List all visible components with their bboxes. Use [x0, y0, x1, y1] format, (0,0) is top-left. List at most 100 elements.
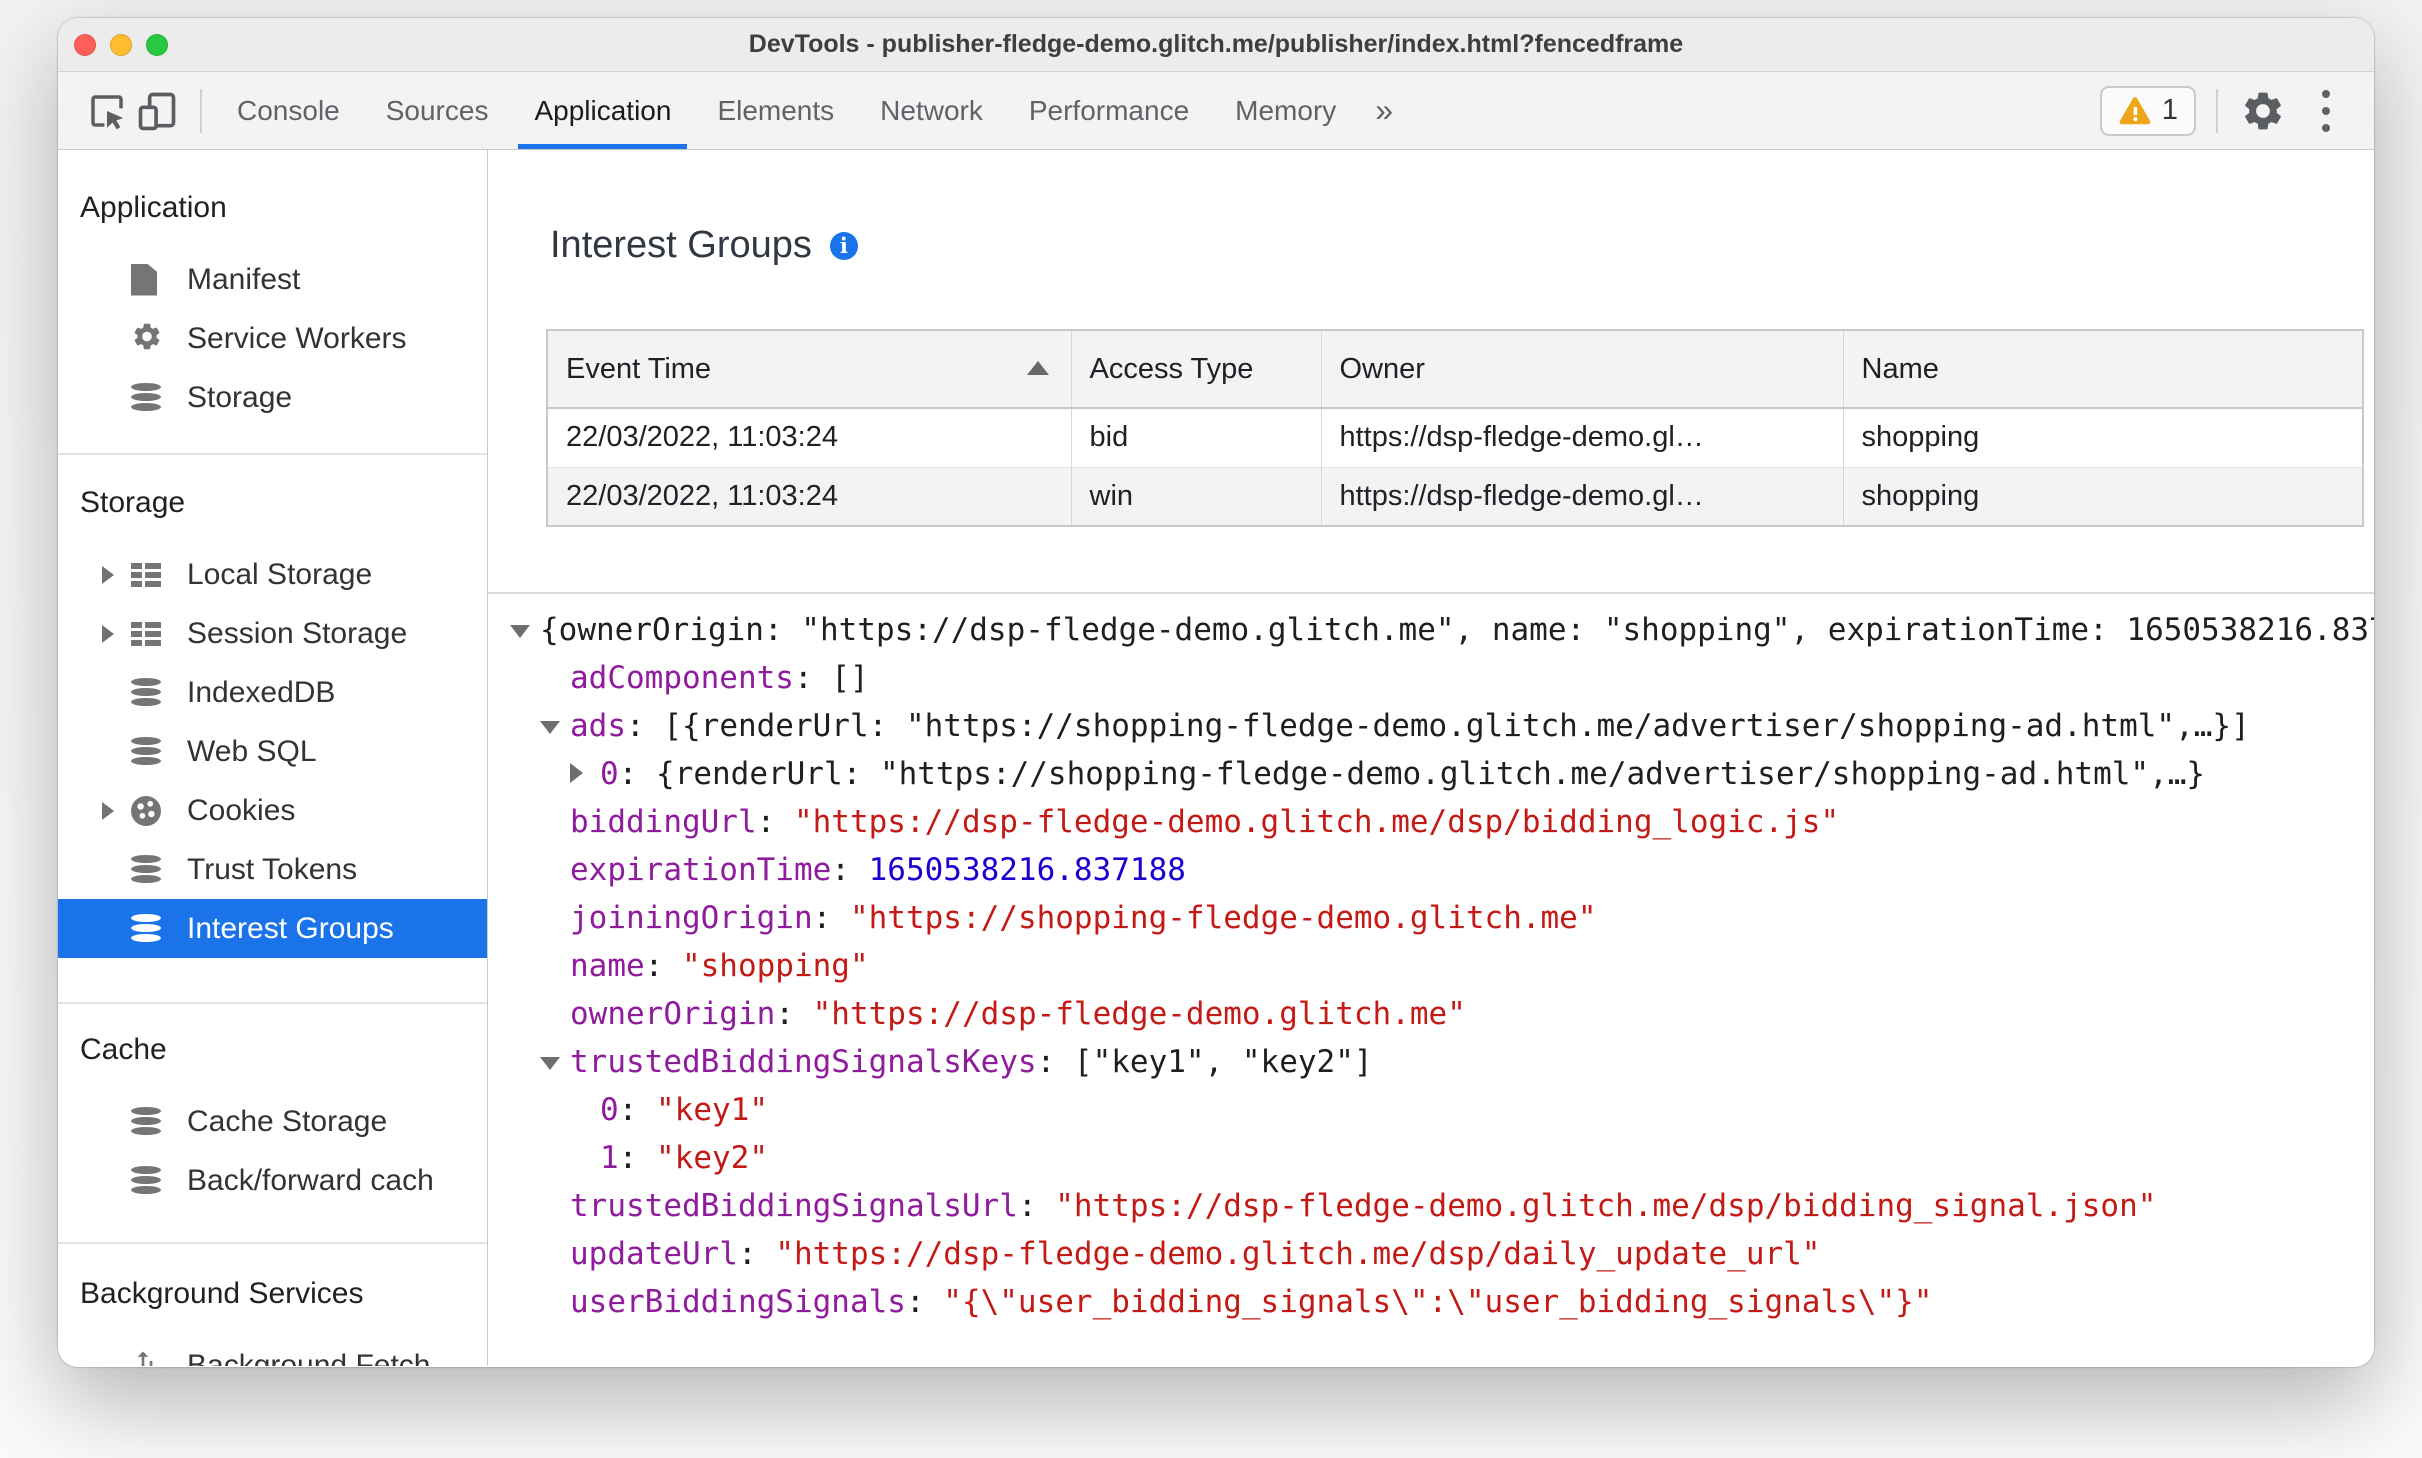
interest-groups-panel: Interest Groups i Event Time Access Type O…: [488, 150, 2374, 1366]
tree-segment-string: "{\"user_bidding_signals\":\"user_biddin…: [943, 1284, 1933, 1320]
sidebar-item-service-workers[interactable]: Service Workers: [58, 309, 487, 368]
column-header-label: Event Time: [566, 352, 712, 385]
sidebar-section-title: Background Services: [80, 1277, 364, 1310]
device-toolbar-button[interactable]: [132, 86, 182, 136]
sidebar-item-storage[interactable]: Storage: [58, 368, 487, 427]
column-header-name[interactable]: Name: [1842, 330, 2363, 409]
table-cell: https://dsp-fledge-demo.gl…: [1320, 466, 1843, 526]
tab-memory[interactable]: Memory: [1212, 72, 1359, 149]
sidebar-item-cookies[interactable]: Cookies: [58, 781, 487, 840]
tab-elements[interactable]: Elements: [694, 72, 857, 149]
collapse-arrow-icon[interactable]: [510, 625, 530, 638]
issues-badge[interactable]: 1: [2100, 85, 2196, 136]
sidebar-item-label: Storage: [187, 380, 293, 414]
tab-application[interactable]: Application: [511, 72, 694, 149]
minimize-button[interactable]: [110, 33, 132, 56]
main-toolbar: Console Sources Application Elements Network…: [58, 72, 2374, 150]
tree-line[interactable]: {ownerOrigin: "https://dsp-fledge-demo.g…: [488, 606, 2374, 654]
collapse-arrow-icon[interactable]: [540, 721, 560, 734]
tree-segment-plain: : []: [793, 660, 869, 696]
tree-segment-plain: :: [812, 900, 850, 936]
expand-arrow-icon[interactable]: [102, 624, 114, 643]
tree-line[interactable]: trustedBiddingSignalsKeys: ["key1", "key…: [488, 1038, 2374, 1086]
column-header-owner[interactable]: Owner: [1320, 330, 1843, 409]
sidebar-item-back-forward-cach[interactable]: Back/forward cach: [58, 1151, 487, 1210]
tab-sources[interactable]: Sources: [363, 72, 512, 149]
tree-segment-key: userBiddingSignals: [570, 1284, 906, 1320]
table-row[interactable]: 22/03/2022, 11:03:24 bid https://dsp-fledg…: [547, 407, 2363, 467]
tree-line[interactable]: ads: [{renderUrl: "https://shopping-fled…: [488, 702, 2374, 750]
tree-segment-key: biddingUrl: [570, 804, 757, 840]
tab-console[interactable]: Console: [214, 72, 363, 149]
page-title-text: Interest Groups: [550, 224, 812, 266]
column-header-access-type[interactable]: Access Type: [1070, 330, 1321, 409]
sidebar-item-label: IndexedDB: [187, 675, 336, 709]
devtools-window: DevTools - publisher-fledge-demo.glitch.…: [58, 18, 2374, 1367]
expand-arrow-icon[interactable]: [102, 565, 114, 584]
sidebar-item-label: Interest Groups: [187, 911, 394, 945]
tree-segment-string: "key1": [656, 1092, 768, 1128]
close-button[interactable]: [74, 33, 96, 56]
database-icon: [131, 1106, 161, 1137]
tree-line: 0: "key1": [488, 1086, 2374, 1134]
tree-segment-key: 0: [600, 1092, 619, 1128]
tree-segment-plain: :: [775, 996, 813, 1032]
sidebar-item-session-storage[interactable]: Session Storage: [58, 604, 487, 663]
tree-segment-key: adComponents: [570, 660, 794, 696]
sidebar-item-web-sql[interactable]: Web SQL: [58, 722, 487, 781]
database-icon: [131, 677, 161, 708]
sidebar-item-cache-storage[interactable]: Cache Storage: [58, 1092, 487, 1151]
table-row[interactable]: 22/03/2022, 11:03:24 win https://dsp-fledg…: [547, 466, 2363, 526]
sidebar-item-label: Back/forward cach: [187, 1163, 434, 1197]
tree-segment-plain: :: [644, 948, 682, 984]
import-export-icon: [131, 1347, 163, 1366]
sidebar-item-manifest[interactable]: Manifest: [58, 250, 487, 309]
inspect-icon: [91, 94, 124, 129]
sidebar-item-local-storage[interactable]: Local Storage: [58, 545, 487, 604]
sidebar-item-label: Trust Tokens: [187, 852, 358, 886]
tree-segment-plain: :: [756, 804, 794, 840]
sidebar-item-indexeddb[interactable]: IndexedDB: [58, 663, 487, 722]
sidebar-section-cache: Cache Cache Storage Back/forward cach: [58, 1004, 487, 1244]
inspect-element-button[interactable]: [82, 86, 132, 136]
sidebar-section-storage: Storage Local Storage Session Storage Index…: [58, 455, 487, 1004]
tree-line: 1: "key2": [488, 1134, 2374, 1182]
settings-button[interactable]: [2238, 86, 2288, 136]
tab-performance[interactable]: Performance: [1006, 72, 1212, 149]
tree-segment-key: name: [570, 948, 645, 984]
tree-segment-plain: : ["key1", "key2"]: [1036, 1044, 1373, 1080]
tree-line: adComponents: []: [488, 654, 2374, 702]
table-header-row: Event Time Access Type Owner Name: [547, 330, 2363, 409]
column-header-label: Owner: [1339, 352, 1425, 385]
toolbar-divider-2: [2216, 88, 2218, 133]
database-icon: [131, 736, 161, 767]
tree-line[interactable]: 0: {renderUrl: "https://shopping-fledge-…: [488, 750, 2374, 798]
kebab-menu-button[interactable]: [2306, 89, 2346, 132]
expand-arrow-icon[interactable]: [102, 801, 114, 820]
zoom-button[interactable]: [146, 33, 168, 56]
panel-divider: [488, 592, 2374, 594]
tree-line: ownerOrigin: "https://dsp-fledge-demo.gl…: [488, 990, 2374, 1038]
column-header-label: Name: [1861, 352, 1939, 385]
table-cell: bid: [1070, 407, 1321, 467]
sidebar-section-title: Storage: [80, 486, 186, 519]
gear-icon: [2245, 92, 2281, 129]
info-icon[interactable]: i: [829, 231, 858, 260]
tree-segment-key: trustedBiddingSignalsUrl: [570, 1188, 1018, 1224]
expand-arrow-icon[interactable]: [570, 763, 583, 783]
sidebar-item-interest-groups[interactable]: Interest Groups: [58, 899, 487, 958]
database-icon: [131, 854, 161, 885]
tree-segment-plain: : [{renderUrl: "https://shopping-fledge-…: [626, 708, 2250, 744]
collapse-arrow-icon[interactable]: [540, 1057, 560, 1070]
toolbar-divider: [200, 88, 202, 133]
column-header-event-time[interactable]: Event Time: [547, 330, 1071, 409]
table-cell: win: [1070, 466, 1321, 526]
sidebar-item-background-fetch[interactable]: Background Fetch: [58, 1336, 487, 1366]
tab-network[interactable]: Network: [857, 72, 1006, 149]
desktop-background: DevTools - publisher-fledge-demo.glitch.…: [0, 0, 2422, 1458]
tree-segment-key: trustedBiddingSignalsKeys: [570, 1044, 1037, 1080]
more-tabs-button[interactable]: »: [1359, 72, 1409, 149]
tree-segment-string: "https://dsp-fledge-demo.glitch.me/dsp/b…: [1055, 1188, 2157, 1224]
sidebar-item-trust-tokens[interactable]: Trust Tokens: [58, 840, 487, 899]
tree-segment-string: "shopping": [681, 948, 869, 984]
